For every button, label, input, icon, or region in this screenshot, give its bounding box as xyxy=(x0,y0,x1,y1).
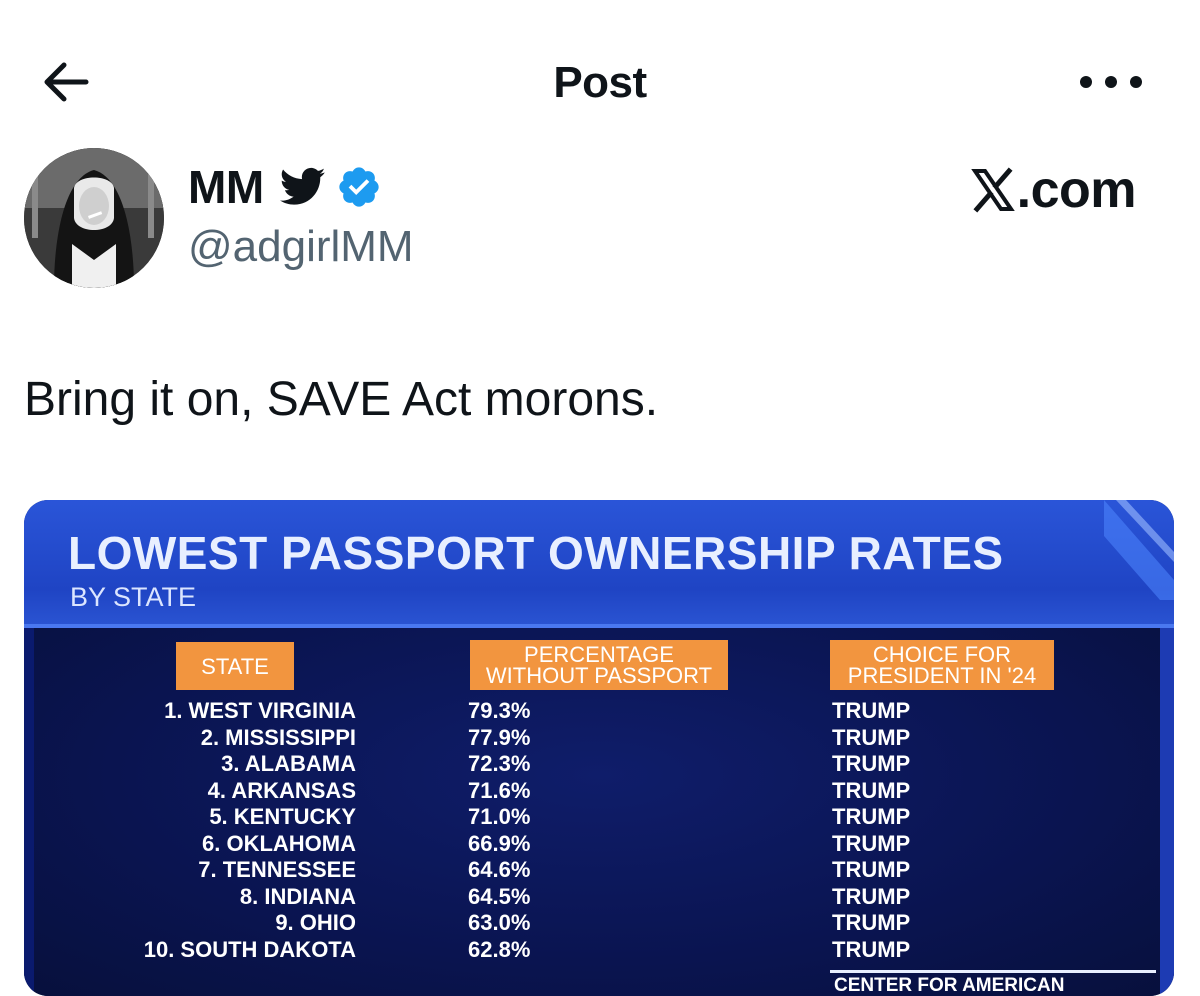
table-row: 8. INDIANA 64.5% TRUMP xyxy=(24,884,1174,910)
brand-text: .com xyxy=(1016,161,1137,219)
chart-source: CENTER FOR AMERICAN PROGRESS xyxy=(830,970,1156,996)
percentage-cell: 64.6% xyxy=(468,857,531,882)
choice-cell: TRUMP xyxy=(832,804,911,829)
choice-cell: TRUMP xyxy=(832,830,911,856)
percentage-cell: 66.9% xyxy=(468,830,531,856)
verified-badge-icon xyxy=(338,167,379,207)
percentage-cell: 79.3% xyxy=(468,698,531,723)
column-header-state: STATE xyxy=(176,642,294,690)
brand-watermark: .com xyxy=(970,160,1137,220)
column-header-choice: CHOICE FOR PRESIDENT IN '24 xyxy=(830,640,1054,690)
author-handle[interactable]: @adgirlMM xyxy=(188,222,414,272)
post-media-image[interactable]: LOWEST PASSPORT OWNERSHIP RATES BY STATE… xyxy=(24,500,1174,996)
percentage-cell: 77.9% xyxy=(468,724,531,750)
x-logo-icon xyxy=(970,167,1015,213)
state-cell: 5. KENTUCKY xyxy=(209,804,356,829)
percentage-cell: 63.0% xyxy=(468,910,531,935)
state-cell: 3. ALABAMA xyxy=(221,751,356,776)
table-row: 1. WEST VIRGINIA 79.3% TRUMP xyxy=(24,698,1174,724)
table-row: 9. OHIO 63.0% TRUMP xyxy=(24,910,1174,936)
table-row: 4. ARKANSAS 71.6% TRUMP xyxy=(24,778,1174,804)
more-horizontal-icon xyxy=(1080,76,1092,88)
state-cell: 6. OKLAHOMA xyxy=(202,830,356,856)
chart-title: LOWEST PASSPORT OWNERSHIP RATES xyxy=(68,527,1004,579)
choice-cell: TRUMP xyxy=(832,751,911,776)
avatar[interactable] xyxy=(24,148,164,288)
percentage-cell: 72.3% xyxy=(468,751,531,776)
choice-cell: TRUMP xyxy=(832,857,911,882)
state-cell: 8. INDIANA xyxy=(239,883,356,909)
percentage-cell: 62.8% xyxy=(468,936,531,962)
choice-cell: TRUMP xyxy=(832,936,911,962)
table-row: 2. MISSISSIPPI 77.9% TRUMP xyxy=(24,725,1174,751)
state-cell: 4. ARKANSAS xyxy=(207,777,356,803)
state-cell: 2. MISSISSIPPI xyxy=(200,724,356,750)
table-row: 5. KENTUCKY 71.0% TRUMP xyxy=(24,804,1174,830)
state-cell: 7. TENNESSEE xyxy=(198,857,356,882)
top-bar: Post xyxy=(0,0,1200,165)
choice-cell: TRUMP xyxy=(832,883,911,909)
percentage-cell: 71.6% xyxy=(468,777,531,803)
table-row: 6. OKLAHOMA 66.9% TRUMP xyxy=(24,831,1174,857)
percentage-cell: 64.5% xyxy=(468,883,531,909)
display-name[interactable]: MM xyxy=(188,160,264,214)
chart-subtitle: BY STATE xyxy=(70,582,197,612)
author-name-row[interactable]: MM xyxy=(188,160,382,214)
column-header-percentage: PERCENTAGE WITHOUT PASSPORT xyxy=(470,640,728,690)
table-row: 3. ALABAMA 72.3% TRUMP xyxy=(24,751,1174,777)
choice-cell: TRUMP xyxy=(832,777,911,803)
more-options-button[interactable] xyxy=(1080,62,1142,102)
table-row: 7. TENNESSEE 64.6% TRUMP xyxy=(24,857,1174,883)
choice-cell: TRUMP xyxy=(832,698,911,723)
twitter-bird-icon xyxy=(279,167,325,205)
page-title: Post xyxy=(553,58,647,107)
state-cell: 10. SOUTH DAKOTA xyxy=(143,936,356,962)
choice-cell: TRUMP xyxy=(832,724,911,750)
choice-cell: TRUMP xyxy=(832,910,911,935)
state-cell: 9. OHIO xyxy=(275,910,356,935)
percentage-cell: 71.0% xyxy=(468,804,531,829)
decorative-stripe xyxy=(1104,500,1174,600)
post-text: Bring it on, SAVE Act morons. xyxy=(24,373,659,426)
state-cell: 1. WEST VIRGINIA xyxy=(164,698,356,723)
table-row: 10. SOUTH DAKOTA 62.8% TRUMP xyxy=(24,937,1174,963)
